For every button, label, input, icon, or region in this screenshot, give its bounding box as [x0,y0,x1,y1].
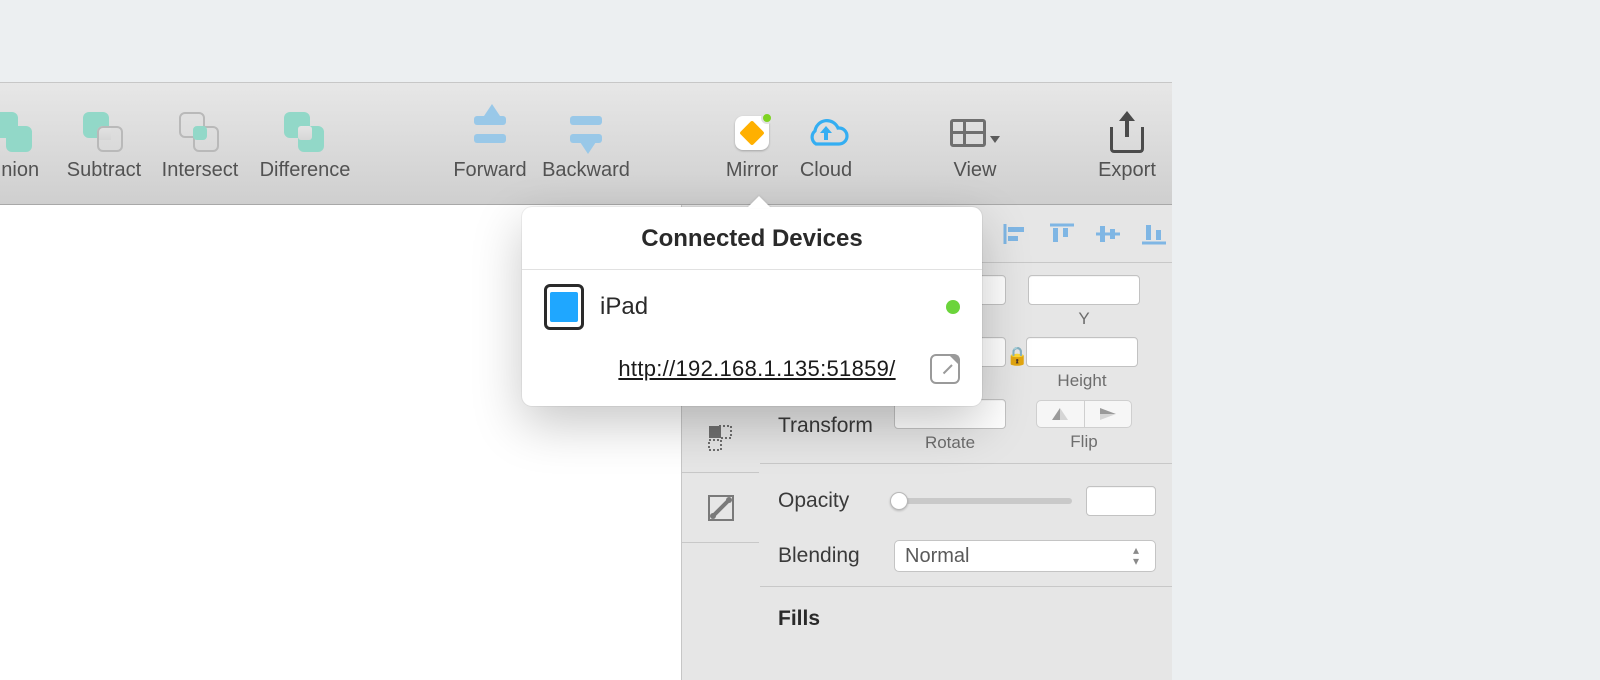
toolbar: Union Subtract Intersect Difference Forw… [0,82,1172,205]
stepper-icon [1127,545,1145,567]
height-input[interactable] [1026,337,1138,367]
view-label: View [940,153,1010,182]
difference-label: Difference [252,153,358,182]
align-middle-icon[interactable] [1090,219,1126,249]
device-name: iPad [600,293,930,321]
align-left-icon[interactable] [998,219,1034,249]
flip-vertical-icon[interactable] [1085,401,1132,427]
flip-segmented[interactable] [1036,400,1132,428]
intersect-button[interactable]: Intersect [154,83,246,206]
blending-value: Normal [905,545,969,568]
height-sublabel: Height [1057,371,1106,391]
union-label: Union [0,153,48,182]
open-external-icon[interactable] [930,354,960,384]
mirror-popover: Connected Devices iPad http://192.168.1.… [522,207,982,406]
mirror-label: Mirror [720,153,784,182]
blending-label: Blending [778,544,894,568]
flip-horizontal-icon[interactable] [1037,401,1085,427]
backward-label: Backward [536,153,636,182]
subtract-button[interactable]: Subtract [58,83,150,206]
blending-row: Blending Normal [778,532,1156,580]
intersect-label: Intersect [154,153,246,182]
bring-forward-icon [470,112,510,154]
ipad-icon [544,284,584,330]
blending-select[interactable]: Normal [894,540,1156,572]
transform-label: Transform [778,414,894,438]
position-y-input[interactable] [1028,275,1140,305]
intersect-icon [179,112,221,154]
align-bottom-icon[interactable] [1136,219,1172,249]
device-status-dot [946,300,960,314]
opacity-row: Opacity [778,470,1156,532]
fills-section-title: Fills [778,593,1156,635]
export-icon [1110,113,1144,153]
position-y-sublabel: Y [1078,309,1089,329]
export-button[interactable]: Export [1092,83,1162,206]
subtract-label: Subtract [58,153,150,182]
forward-button[interactable]: Forward [448,83,532,206]
view-button[interactable]: View [940,83,1010,206]
send-backward-icon [566,112,606,154]
align-top-icon[interactable] [1044,219,1080,249]
popover-title: Connected Devices [522,207,982,270]
view-icon [950,119,1000,147]
forward-label: Forward [448,153,532,182]
cloud-button[interactable]: Cloud [794,83,858,206]
union-icon [0,112,34,154]
opacity-label: Opacity [778,489,894,513]
export-label: Export [1092,153,1162,182]
flip-sublabel: Flip [1070,432,1097,452]
union-button[interactable]: Union [0,83,48,206]
tab-vector-icon[interactable] [682,473,759,543]
device-row[interactable]: iPad [522,270,982,344]
difference-button[interactable]: Difference [252,83,358,206]
separator [760,463,1172,464]
cloud-upload-icon [803,114,849,152]
difference-icon [284,112,326,154]
rotate-sublabel: Rotate [925,433,975,453]
tab-layers-icon[interactable] [682,403,759,473]
mirror-button[interactable]: Mirror [720,83,784,206]
mirror-icon [732,113,772,153]
cloud-label: Cloud [794,153,858,182]
mirror-url-link[interactable]: http://192.168.1.135:51859/ [602,356,912,382]
subtract-icon [83,112,125,154]
separator [760,586,1172,587]
mirror-url-row: http://192.168.1.135:51859/ [522,344,982,406]
opacity-input[interactable] [1086,486,1156,516]
backward-button[interactable]: Backward [536,83,636,206]
opacity-slider[interactable] [894,498,1072,504]
lock-aspect-icon[interactable]: 🔒 [1006,346,1026,367]
